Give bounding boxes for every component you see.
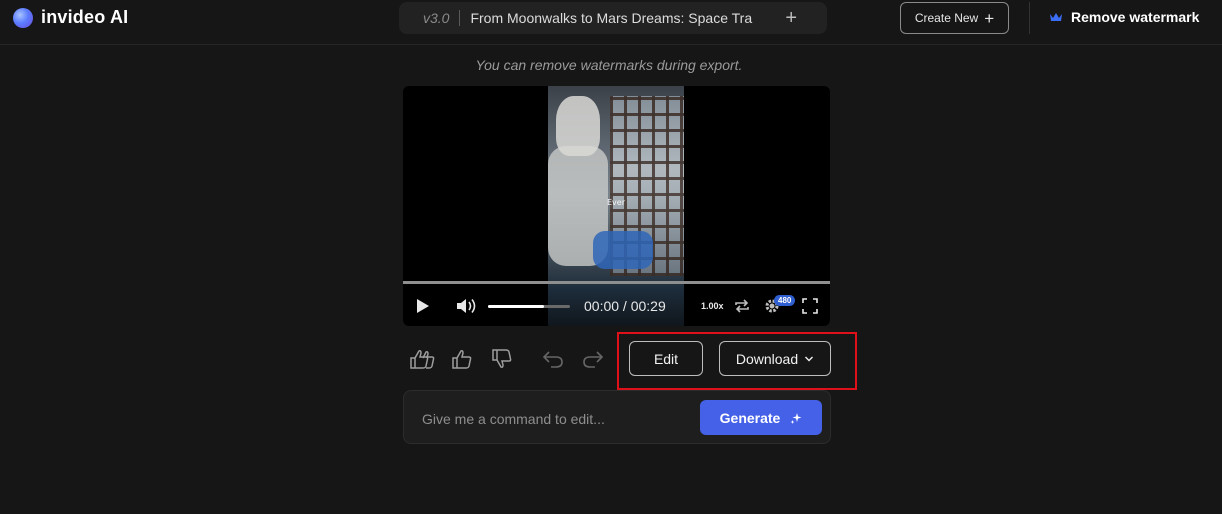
generate-label: Generate xyxy=(719,409,781,426)
quality-badge: 480 xyxy=(774,295,796,306)
play-icon xyxy=(417,299,429,313)
invideo-logo-icon xyxy=(13,7,33,28)
video-caption: Ever xyxy=(607,198,625,207)
edit-button[interactable]: Edit xyxy=(629,341,703,376)
remove-watermark-label: Remove watermark xyxy=(1071,9,1200,25)
astronaut-glove xyxy=(593,231,653,269)
astronaut-helmet xyxy=(556,96,600,156)
generate-button[interactable]: Generate xyxy=(700,400,822,435)
plus-icon[interactable]: + xyxy=(785,8,797,28)
dislike-button[interactable] xyxy=(489,346,515,372)
header-divider xyxy=(1029,2,1030,34)
volume-icon xyxy=(457,299,476,313)
project-title-pill[interactable]: v3.0 From Moonwalks to Mars Dreams: Spac… xyxy=(399,2,827,34)
top-bar: invideo AI v3.0 From Moonwalks to Mars D… xyxy=(0,0,1222,45)
undo-button[interactable] xyxy=(540,346,566,372)
thumbs-down-icon xyxy=(492,349,512,368)
crown-icon xyxy=(1050,13,1062,21)
download-label: Download xyxy=(735,350,799,367)
edit-label: Edit xyxy=(653,350,679,367)
love-it-button[interactable] xyxy=(409,346,435,372)
chevron-down-icon xyxy=(805,356,814,361)
video-frame[interactable]: Ever xyxy=(548,86,684,326)
create-new-button[interactable]: Create New + xyxy=(900,2,1009,34)
loop-button[interactable] xyxy=(733,297,751,315)
timecode: 00:00 / 00:29 xyxy=(584,298,666,314)
watermark-notice: You can remove watermarks during export. xyxy=(475,57,743,73)
player-controls: 00:00 / 00:29 1.00x 480 xyxy=(403,291,830,321)
volume-level xyxy=(488,305,544,308)
thumbs-up-icon xyxy=(452,350,472,369)
fullscreen-icon xyxy=(802,298,818,314)
app-name: invideo AI xyxy=(41,7,129,27)
project-title[interactable]: From Moonwalks to Mars Dreams: Space Tra xyxy=(470,10,768,26)
redo-icon xyxy=(583,351,604,368)
app-logo[interactable]: invideo AI xyxy=(13,7,128,28)
playback-speed[interactable]: 1.00x xyxy=(701,301,724,311)
like-button[interactable] xyxy=(449,346,475,372)
plus-icon: + xyxy=(984,8,995,28)
volume-slider[interactable] xyxy=(488,305,570,308)
fullscreen-button[interactable] xyxy=(801,297,819,315)
title-divider xyxy=(459,10,461,26)
command-box: Generate xyxy=(403,390,831,444)
command-input[interactable] xyxy=(420,408,694,430)
redo-button[interactable] xyxy=(580,346,606,372)
play-button[interactable] xyxy=(415,297,431,315)
create-new-label: Create New xyxy=(914,11,979,25)
progress-bar[interactable] xyxy=(403,281,830,284)
version-label: v3.0 xyxy=(423,10,450,26)
loop-icon xyxy=(735,299,749,313)
download-button[interactable]: Download xyxy=(719,341,831,376)
love-it-icon xyxy=(410,350,435,369)
sparkle-icon xyxy=(790,412,802,424)
video-player[interactable]: Ever 00:00 / 00:29 1.00x 480 xyxy=(403,86,830,326)
remove-watermark-button[interactable]: Remove watermark xyxy=(1049,9,1199,25)
undo-icon xyxy=(542,351,563,368)
volume-button[interactable] xyxy=(455,297,479,315)
